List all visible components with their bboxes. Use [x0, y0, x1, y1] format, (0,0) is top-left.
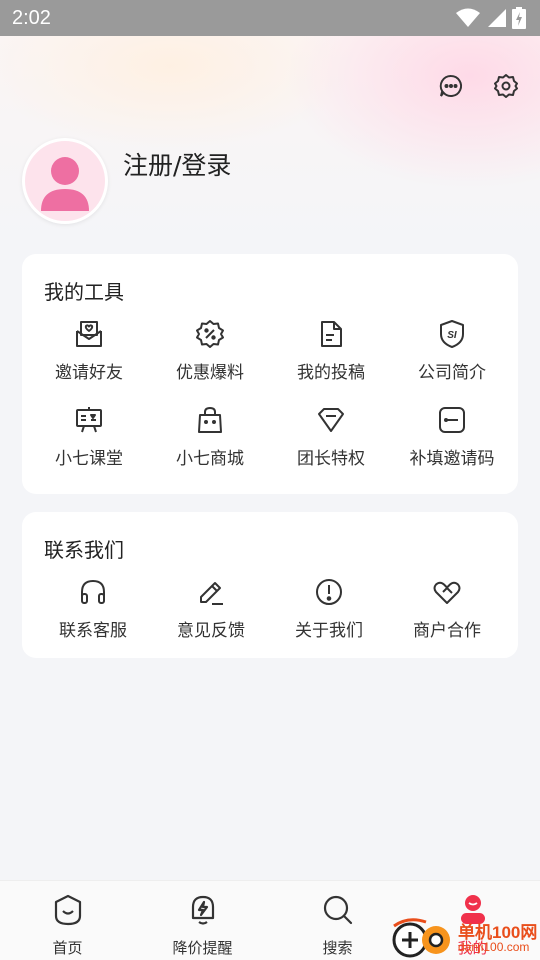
nav-price-alert[interactable]: 降价提醒 — [135, 881, 270, 960]
tool-label: 补填邀请码 — [409, 449, 495, 469]
tool-label: 公司简介 — [418, 363, 486, 383]
my-tools-card: 我的工具 邀请好友 优惠爆料 我的投稿 SI 公司简介 小七课堂 小七商城 团长… — [22, 254, 518, 494]
tool-company-intro[interactable]: SI 公司简介 — [393, 318, 511, 383]
code-box-icon — [436, 404, 468, 436]
shield-si-icon: SI — [436, 318, 468, 350]
shopping-bag-icon — [194, 404, 226, 436]
handshake-heart-icon — [431, 576, 463, 608]
chat-bubble-icon — [439, 74, 462, 97]
tool-my-submissions[interactable]: 我的投稿 — [272, 318, 390, 383]
tool-label: 优惠爆料 — [176, 363, 244, 383]
info-circle-icon — [313, 576, 345, 608]
tool-label: 小七商城 — [176, 449, 244, 469]
tool-xiaoqi-mall[interactable]: 小七商城 — [151, 404, 269, 469]
nav-label: 首页 — [52, 939, 83, 957]
tool-xiaoqi-classroom[interactable]: 小七课堂 — [30, 404, 148, 469]
contact-us-card: 联系我们 联系客服 意见反馈 关于我们 商户合作 — [22, 512, 518, 658]
watermark: 单机100网 danji100.com — [388, 914, 540, 960]
contact-about-us[interactable]: 关于我们 — [270, 576, 388, 641]
svg-text:SI: SI — [447, 330, 457, 341]
contact-feedback[interactable]: 意见反馈 — [152, 576, 270, 641]
contact-label: 联系客服 — [59, 621, 127, 641]
tool-label: 团长特权 — [297, 449, 365, 469]
message-button[interactable] — [435, 70, 467, 102]
tool-invite-friends[interactable]: 邀请好友 — [30, 318, 148, 383]
classroom-board-icon — [73, 404, 105, 436]
status-time: 2:02 — [12, 6, 51, 29]
invite-envelope-icon — [73, 318, 105, 350]
tool-leader-privileges[interactable]: 团长特权 — [272, 404, 390, 469]
watermark-logo-icon — [392, 918, 450, 958]
nav-home[interactable]: 首页 — [0, 881, 135, 960]
settings-button[interactable] — [490, 70, 522, 102]
document-icon — [315, 318, 347, 350]
status-bar: 2:02 — [0, 0, 540, 36]
nav-search[interactable]: 搜索 — [270, 881, 405, 960]
battery-icon — [512, 7, 526, 29]
contact-us-title: 联系我们 — [44, 538, 124, 562]
contact-label: 关于我们 — [295, 621, 363, 641]
pencil-icon — [195, 576, 227, 608]
diamond-icon — [315, 404, 347, 436]
avatar[interactable] — [22, 138, 108, 224]
nav-label: 降价提醒 — [172, 939, 233, 957]
contact-customer-service[interactable]: 联系客服 — [34, 576, 152, 641]
contact-label: 意见反馈 — [177, 621, 245, 641]
wifi-icon — [456, 8, 480, 27]
signal-icon — [488, 9, 506, 27]
contact-merchant-cooperation[interactable]: 商户合作 — [388, 576, 506, 641]
my-tools-title: 我的工具 — [44, 280, 124, 304]
tool-label: 小七课堂 — [55, 449, 123, 469]
headphones-icon — [77, 576, 109, 608]
tool-label: 我的投稿 — [297, 363, 365, 383]
bell-bolt-icon — [186, 893, 220, 927]
search-icon — [321, 893, 355, 927]
status-icons — [456, 7, 526, 29]
user-avatar-icon — [41, 157, 89, 211]
discount-badge-icon — [194, 318, 226, 350]
home-face-icon — [51, 893, 85, 927]
contact-label: 商户合作 — [413, 621, 481, 641]
login-register-link[interactable]: 注册/登录 — [123, 146, 231, 182]
tool-label: 邀请好友 — [55, 363, 123, 383]
gear-icon — [494, 74, 518, 98]
tool-discount-deals[interactable]: 优惠爆料 — [151, 318, 269, 383]
watermark-subtext: danji100.com — [458, 940, 530, 954]
nav-label: 搜索 — [322, 939, 353, 957]
tool-enter-invite-code[interactable]: 补填邀请码 — [393, 404, 511, 469]
